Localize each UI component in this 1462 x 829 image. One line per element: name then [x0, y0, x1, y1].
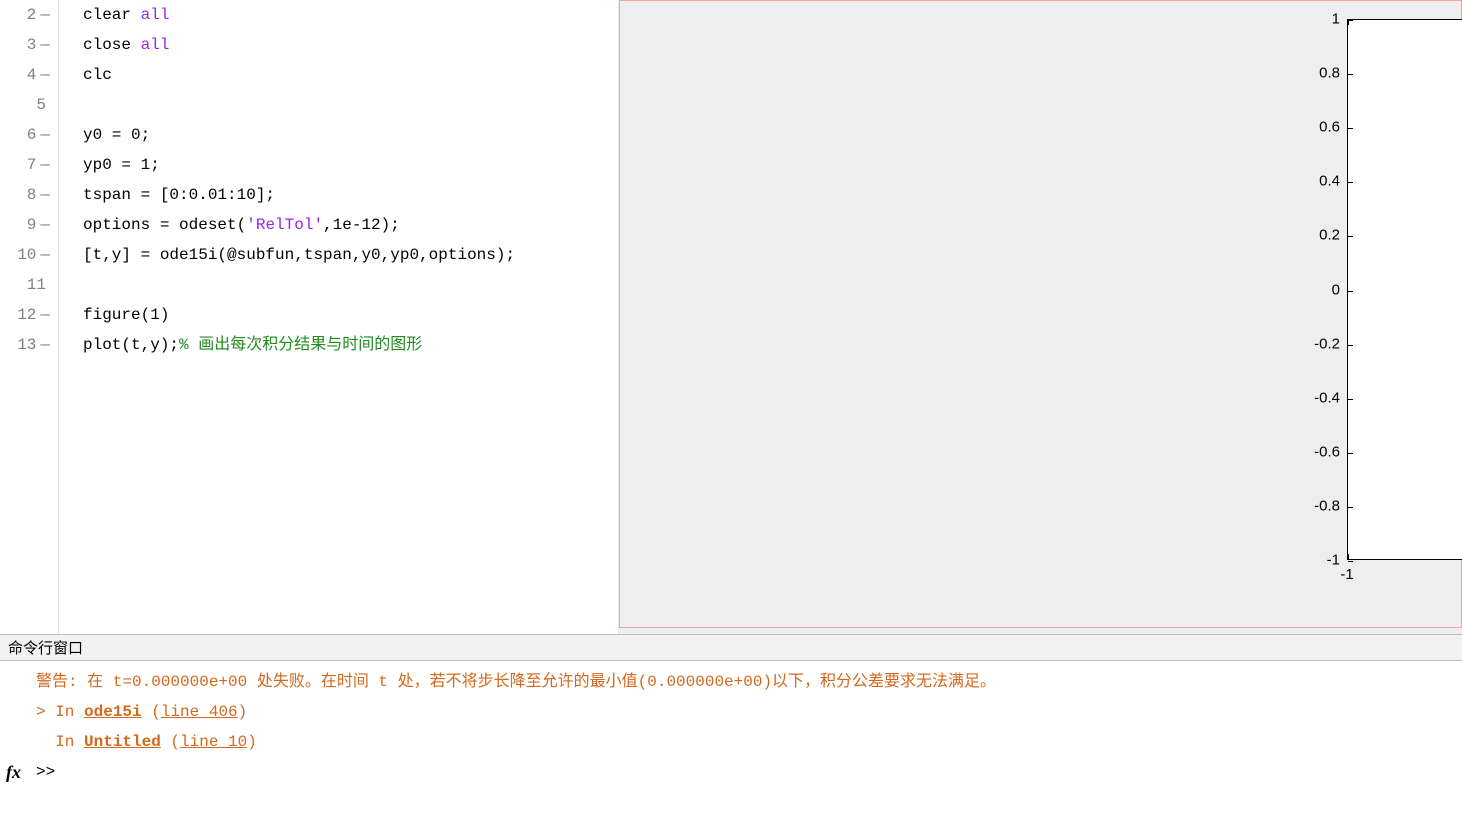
gutter-line: 3—	[0, 30, 58, 60]
y-tick-mark	[1348, 128, 1353, 129]
x-tick-mark	[1348, 20, 1349, 25]
code-line[interactable]	[83, 270, 618, 300]
y-tick-label: 0.8	[1292, 65, 1340, 82]
code-line[interactable]: [t,y] = ode15i(@subfun,tspan,y0,yp0,opti…	[83, 240, 618, 270]
gutter-line: 8—	[0, 180, 58, 210]
code-line[interactable]: clc	[83, 60, 618, 90]
code-line[interactable]: options = odeset('RelTol',1e-12);	[83, 210, 618, 240]
editor-gutter: 2—3—4—5 6—7—8—9—10—11 12—13—	[0, 0, 59, 634]
editor-pane[interactable]: 2—3—4—5 6—7—8—9—10—11 12—13— clear allcl…	[0, 0, 619, 634]
stack-trace-line-1: > In ode15i (line 406)	[36, 697, 1454, 727]
code-line[interactable]: tspan = [0:0.01:10];	[83, 180, 618, 210]
code-line[interactable]: close all	[83, 30, 618, 60]
gutter-line: 5	[0, 90, 58, 120]
y-tick-label: 0.4	[1292, 173, 1340, 190]
gutter-line: 9—	[0, 210, 58, 240]
gutter-line: 13—	[0, 330, 58, 360]
code-line[interactable]	[83, 90, 618, 120]
y-tick-mark	[1348, 453, 1353, 454]
trace-prefix: In	[36, 733, 84, 751]
figure-border	[619, 0, 1462, 628]
paren-open: (	[161, 733, 180, 751]
y-tick-label: 0	[1292, 281, 1340, 298]
y-tick-label: -0.4	[1292, 389, 1340, 406]
y-tick-mark	[1348, 182, 1353, 183]
stack-trace-line-2: In Untitled (line 10)	[36, 727, 1454, 757]
gutter-line: 10—	[0, 240, 58, 270]
y-tick-label: -0.8	[1292, 497, 1340, 514]
trace-line-link[interactable]: line 10	[180, 733, 247, 751]
code-line[interactable]: clear all	[83, 0, 618, 30]
fx-icon[interactable]: fx	[6, 757, 21, 787]
command-prompt: >>	[36, 763, 65, 781]
y-tick-mark	[1348, 399, 1353, 400]
warning-line: 警告: 在 t=0.000000e+00 处失败。在时间 t 处，若不将步长降至…	[36, 667, 1454, 697]
y-tick-mark	[1348, 561, 1353, 562]
paren-close: )	[247, 733, 257, 751]
y-tick-label: 1	[1292, 11, 1340, 28]
prompt-line[interactable]: fx>>	[36, 757, 1454, 787]
gutter-line: 12—	[0, 300, 58, 330]
code-line[interactable]: figure(1)	[83, 300, 618, 330]
y-tick-mark	[1348, 236, 1353, 237]
paren-close: )	[238, 703, 248, 721]
command-window-panel: 命令行窗口 警告: 在 t=0.000000e+00 处失败。在时间 t 处，若…	[0, 634, 1462, 795]
y-tick-mark	[1348, 507, 1353, 508]
plot-axes[interactable]	[1347, 19, 1462, 560]
trace-function-link[interactable]: Untitled	[84, 733, 161, 751]
gutter-line: 4—	[0, 60, 58, 90]
x-tick-label: -1	[1317, 566, 1377, 583]
y-tick-label: 0.2	[1292, 227, 1340, 244]
trace-function-link[interactable]: ode15i	[84, 703, 142, 721]
y-tick-label: 0.6	[1292, 119, 1340, 136]
paren-open: (	[142, 703, 161, 721]
trace-line-link[interactable]: line 406	[161, 703, 238, 721]
gutter-line: 2—	[0, 0, 58, 30]
y-tick-label: -0.6	[1292, 443, 1340, 460]
top-split: 2—3—4—5 6—7—8—9—10—11 12—13— clear allcl…	[0, 0, 1462, 634]
code-line[interactable]: plot(t,y);% 画出每次积分结果与时间的图形	[83, 330, 618, 360]
y-tick-mark	[1348, 291, 1353, 292]
code-line[interactable]: y0 = 0;	[83, 120, 618, 150]
trace-prefix: > In	[36, 703, 84, 721]
gutter-line: 11	[0, 270, 58, 300]
y-tick-label: -0.2	[1292, 335, 1340, 352]
editor-code[interactable]: clear allclose allclc y0 = 0;yp0 = 1;tspa…	[59, 0, 618, 634]
command-window-body[interactable]: 警告: 在 t=0.000000e+00 处失败。在时间 t 处，若不将步长降至…	[0, 661, 1462, 795]
code-line[interactable]: yp0 = 1;	[83, 150, 618, 180]
y-tick-mark	[1348, 74, 1353, 75]
x-tick-mark	[1348, 554, 1349, 559]
command-window-title: 命令行窗口	[0, 635, 1462, 661]
gutter-line: 7—	[0, 150, 58, 180]
figure-pane: -1-0.8-0.6-0.4-0.200.20.40.60.81-1-0.500…	[619, 0, 1462, 634]
y-tick-mark	[1348, 345, 1353, 346]
gutter-line: 6—	[0, 120, 58, 150]
